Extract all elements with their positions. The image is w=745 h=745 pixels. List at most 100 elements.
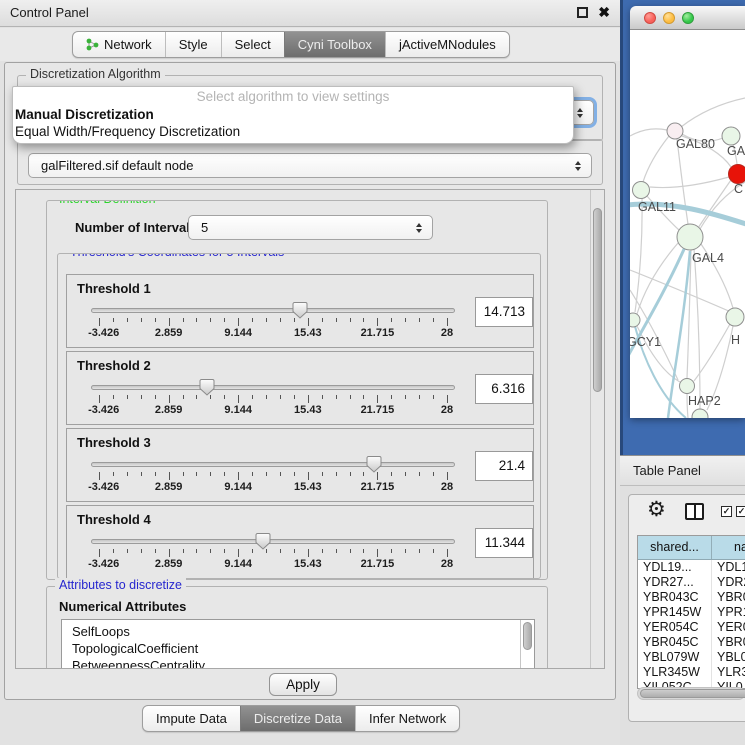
table-row[interactable]: YBL079WYBL0 [638, 650, 745, 665]
algorithm-dropdown-popup: Select algorithm to view settings Manual… [12, 86, 574, 144]
tab-jactivemnodules[interactable]: jActiveMNodules [385, 32, 509, 57]
network-edge[interactable] [681, 98, 745, 127]
table-row[interactable]: YPR145WYPR1 [638, 605, 745, 620]
slider-tick-marks [99, 318, 447, 327]
network-node[interactable] [677, 224, 703, 250]
table-cell[interactable]: YDR2 [712, 575, 745, 590]
threshold-slider-handle[interactable] [366, 455, 382, 473]
threshold-slider-track[interactable] [91, 539, 455, 544]
attributes-list-scrollbar[interactable] [520, 620, 534, 669]
threshold-slider-track[interactable] [91, 462, 455, 467]
network-node[interactable] [630, 313, 640, 327]
thresholds-group: Threshold's Coordinates for 5 Intervals … [57, 253, 541, 579]
network-edge[interactable] [630, 129, 667, 136]
tab-infer-network[interactable]: Infer Network [355, 706, 459, 731]
tab-impute-data[interactable]: Impute Data [143, 706, 240, 731]
checkbox-icon[interactable]: ✓ [721, 506, 732, 517]
table-cell[interactable]: YDL19... [638, 560, 712, 575]
table-row[interactable]: YER054CYER0 [638, 620, 745, 635]
algorithm-prompt-item[interactable]: Select algorithm to view settings [13, 87, 573, 106]
number-of-intervals-label: Number of Intervals [75, 220, 197, 235]
minimize-traffic-light-icon[interactable] [663, 12, 675, 24]
network-node[interactable] [633, 182, 650, 199]
algorithm-item-equal-width[interactable]: Equal Width/Frequency Discretization [13, 123, 573, 140]
apply-button[interactable]: Apply [269, 673, 337, 696]
table-row[interactable]: YDL19...YDL1 [638, 560, 745, 575]
network-node-label: GA [727, 144, 745, 158]
network-edge[interactable] [698, 180, 731, 228]
number-of-intervals-combobox[interactable]: 5 [188, 215, 433, 240]
table-cell[interactable]: YPR145W [638, 605, 712, 620]
attribute-list-item[interactable]: TopologicalCoefficient [62, 640, 534, 657]
table-cell[interactable]: YER0 [712, 620, 745, 635]
network-edge[interactable] [643, 136, 669, 182]
table-cell[interactable]: YER054C [638, 620, 712, 635]
network-edge[interactable] [630, 270, 731, 312]
table-data-combobox[interactable]: galFiltered.sif default node [28, 153, 592, 178]
table-cell[interactable]: YDR27... [638, 575, 712, 590]
network-edge[interactable] [650, 177, 729, 188]
network-edge[interactable] [677, 139, 688, 224]
table-cell[interactable]: YBR045C [638, 635, 712, 650]
algorithm-item-manual[interactable]: Manual Discretization [13, 106, 573, 123]
threshold-slider-handle[interactable] [199, 378, 215, 396]
network-node[interactable] [680, 379, 695, 394]
table-panel-inner: ⚙ ✓ ✓ shared... na YDL19...YDL1YDR27...Y… [628, 494, 745, 722]
network-node[interactable] [729, 165, 745, 184]
zoom-traffic-light-icon[interactable] [682, 12, 694, 24]
table-cell[interactable]: YBL079W [638, 650, 712, 665]
network-node[interactable] [722, 127, 740, 145]
table-horizontal-scrollbar[interactable] [637, 687, 745, 700]
table-panel-body: ⚙ ✓ ✓ shared... na YDL19...YDL1YDR27...Y… [620, 486, 745, 745]
threshold-slider-handle[interactable] [255, 532, 271, 550]
table-row[interactable]: YBR043CYBR0 [638, 590, 745, 605]
network-node-label: GAL11 [638, 200, 676, 214]
tab-discretize-data[interactable]: Discretize Data [240, 706, 355, 731]
threshold-value-field[interactable]: 14.713 [475, 297, 533, 327]
table-cell[interactable]: YLR3 [712, 665, 745, 680]
table-cell[interactable]: YBR0 [712, 635, 745, 650]
table-cell[interactable]: YBR0 [712, 590, 745, 605]
network-window-titlebar[interactable] [630, 6, 745, 30]
threshold-slider-track[interactable] [91, 308, 455, 313]
checkbox-icon[interactable]: ✓ [736, 506, 745, 517]
gear-icon[interactable]: ⚙ [647, 497, 666, 522]
threshold-value-field[interactable]: 11.344 [475, 528, 533, 558]
column-header-shared-name[interactable]: shared... [638, 536, 712, 559]
table-cell[interactable]: YDL1 [712, 560, 745, 575]
table-row[interactable]: YDR27...YDR2 [638, 575, 745, 590]
network-node-label: GAL80 [676, 137, 715, 151]
tab-cyni-toolbox[interactable]: Cyni Toolbox [284, 32, 385, 57]
numerical-attributes-list[interactable]: SelfLoopsTopologicalCoefficientBetweenne… [61, 619, 535, 669]
attribute-list-item[interactable]: BetweennessCentrality [62, 657, 534, 669]
network-edge[interactable] [632, 314, 686, 418]
table-data-selected-value: galFiltered.sif default node [29, 158, 570, 173]
float-window-icon[interactable] [577, 7, 588, 18]
tab-select[interactable]: Select [221, 32, 284, 57]
close-traffic-light-icon[interactable] [644, 12, 656, 24]
split-view-icon[interactable] [685, 503, 704, 520]
attribute-list-item[interactable]: SelfLoops [62, 623, 534, 640]
table-cell[interactable]: YLR345W [638, 665, 712, 680]
network-canvas[interactable]: GAL80GACGAL11GAL4GCY1HHAP2 [630, 30, 745, 418]
table-cell[interactable]: YBL0 [712, 650, 745, 665]
table-cell[interactable]: YBR043C [638, 590, 712, 605]
tab-style[interactable]: Style [165, 32, 221, 57]
table-row[interactable]: YBR045CYBR0 [638, 635, 745, 650]
network-edge[interactable] [635, 198, 642, 312]
network-node[interactable] [726, 308, 744, 326]
table-cell[interactable]: YPR1 [712, 605, 745, 620]
close-icon[interactable]: ✖ [598, 4, 610, 21]
threshold-value-field[interactable]: 6.316 [475, 374, 533, 404]
table-row[interactable]: YLR345WYLR3 [638, 665, 745, 680]
table-panel-header: Table Panel [620, 455, 745, 486]
settings-vertical-scrollbar[interactable] [590, 190, 604, 668]
threshold-slider-track[interactable] [91, 385, 455, 390]
threshold-value-field[interactable]: 21.4 [475, 451, 533, 481]
network-node[interactable] [692, 409, 708, 418]
tab-network[interactable]: Network [73, 32, 165, 57]
thresholds-group-title: Threshold's Coordinates for 5 Intervals [66, 253, 288, 259]
attributes-group-title: Attributes to discretize [55, 578, 186, 592]
column-header-name[interactable]: na [712, 536, 745, 559]
threshold-slider-handle[interactable] [292, 301, 308, 319]
